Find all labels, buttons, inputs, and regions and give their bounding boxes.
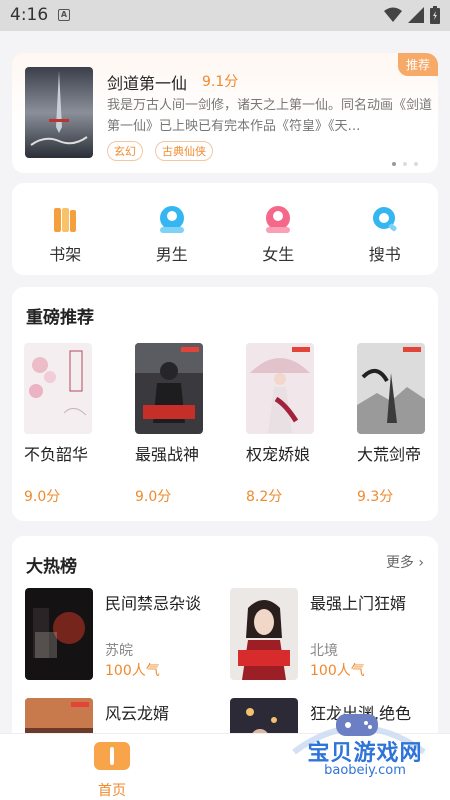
book-cover[interactable] <box>25 698 93 733</box>
hot-book[interactable]: 民间禁忌杂谈 苏皖 100人气 <box>25 588 225 680</box>
category-nav: 书架 男生 女生 搜书 <box>12 183 438 275</box>
bookshelf-icon <box>54 208 77 232</box>
featured-book-description: 我是万古人间一剑修，诸天之上第一仙。同名动画《剑道第一仙》已上映已有完本作品《符… <box>107 98 433 134</box>
gamepad-icon <box>336 714 378 736</box>
book-score: 8.2分 <box>246 489 283 505</box>
book-title[interactable]: 不负韶华 <box>24 441 88 465</box>
recommend-badge: 推荐 <box>397 53 438 76</box>
tab-home[interactable]: 首页 <box>52 734 172 800</box>
featured-tag[interactable]: 玄幻 <box>107 141 143 161</box>
nav-bookshelf[interactable]: 书架 <box>12 183 119 275</box>
battery-icon <box>430 6 440 24</box>
book-cover[interactable] <box>135 343 203 434</box>
nav-search-label: 搜书 <box>368 245 401 264</box>
signal-icon <box>408 7 424 23</box>
book-score: 9.0分 <box>135 489 172 505</box>
recommend-book[interactable]: 不负韶华 9.0分 <box>24 343 104 505</box>
search-icon <box>372 207 397 232</box>
more-link[interactable]: 更多 › <box>386 552 424 572</box>
book-popularity: 100人气 <box>310 663 365 679</box>
book-title[interactable]: 权宠娇娘 <box>246 441 310 465</box>
featured-book-card[interactable]: 剑道第一仙 9.1分 我是万古人间一剑修，诸天之上第一仙。同名动画《剑道第一仙》… <box>12 53 438 173</box>
female-avatar-icon <box>266 206 291 233</box>
book-cover[interactable] <box>25 588 93 680</box>
more-label: 更多 <box>385 555 414 571</box>
hot-list-title: 大热榜 <box>26 557 77 577</box>
nav-male-label: 男生 <box>155 245 188 264</box>
nav-bookshelf-label: 书架 <box>49 245 82 264</box>
nav-female-label: 女生 <box>262 245 295 264</box>
featured-book-cover[interactable] <box>25 67 93 158</box>
featured-book-title[interactable]: 剑道第一仙 <box>107 70 187 94</box>
main-content[interactable]: 剑道第一仙 9.1分 我是万古人间一剑修，诸天之上第一仙。同名动画《剑道第一仙》… <box>0 31 450 733</box>
recommend-book[interactable]: 权宠娇娘 8.2分 <box>246 343 326 505</box>
hot-book[interactable]: 最强上门狂婿 北境 100人气 <box>230 588 430 680</box>
book-cover[interactable] <box>357 343 425 434</box>
chevron-right-icon: › <box>418 555 424 571</box>
home-book-icon <box>94 742 130 770</box>
watermark-url: baobeiy.com <box>324 763 406 778</box>
carousel-indicator <box>392 162 418 166</box>
book-cover[interactable] <box>246 343 314 434</box>
book-score: 9.3分 <box>357 489 394 505</box>
recommend-book[interactable]: 大荒剑帝 9.3分 <box>357 343 437 505</box>
featured-book-score: 9.1分 <box>202 74 239 90</box>
featured-tag[interactable]: 古典仙侠 <box>155 141 213 161</box>
book-author: 北境 <box>310 643 338 659</box>
book-cover[interactable] <box>230 588 298 680</box>
book-title[interactable]: 民间禁忌杂谈 <box>105 590 201 614</box>
nav-female[interactable]: 女生 <box>225 183 332 275</box>
book-cover[interactable] <box>24 343 92 434</box>
nav-male[interactable]: 男生 <box>119 183 226 275</box>
nav-search[interactable]: 搜书 <box>332 183 439 275</box>
book-title[interactable]: 最强战神 <box>135 441 199 465</box>
hot-book[interactable]: 风云龙婿 <box>25 698 225 733</box>
status-bar: 4:16 A <box>0 0 450 31</box>
book-title[interactable]: 大荒剑帝 <box>357 441 421 465</box>
book-title[interactable]: 风云龙婿 <box>105 700 169 724</box>
status-time: 4:16 <box>10 5 49 25</box>
book-title[interactable]: 最强上门狂婿 <box>310 590 406 614</box>
notification-a-icon: A <box>58 9 70 21</box>
tab-home-label: 首页 <box>98 783 126 799</box>
recommend-title: 重磅推荐 <box>26 308 94 328</box>
book-score: 9.0分 <box>24 489 61 505</box>
hot-list-section: 大热榜 更多 › 民间禁忌杂谈 苏皖 100人气 最强上门狂婿 北境 100人气 <box>12 536 438 733</box>
wifi-icon <box>384 7 402 22</box>
book-popularity: 100人气 <box>105 663 160 679</box>
recommend-book[interactable]: 最强战神 9.0分 <box>135 343 215 505</box>
book-author: 苏皖 <box>105 643 133 659</box>
recommend-section: 重磅推荐 不负韶华 9.0分 最强战神 9.0分 权宠娇娘 8.2分 大荒剑帝 … <box>12 287 438 521</box>
male-avatar-icon <box>159 206 184 233</box>
